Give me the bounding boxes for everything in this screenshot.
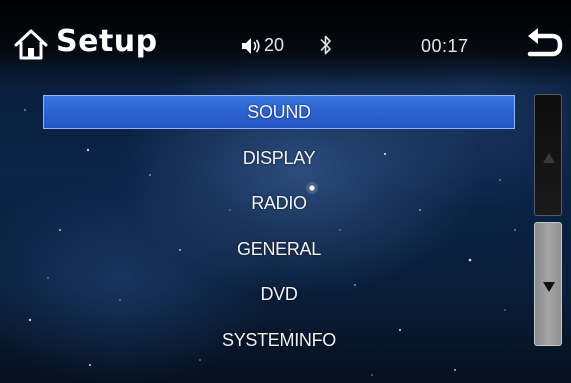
back-arrow-icon bbox=[528, 28, 538, 44]
bluetooth-icon bbox=[320, 35, 331, 55]
menu-item-label: DISPLAY bbox=[242, 147, 316, 168]
menu-item-display[interactable]: DISPLAY bbox=[43, 141, 515, 175]
menu-item-systeminfo[interactable]: SYSTEMINFO bbox=[43, 323, 515, 357]
setup-screen: Setup 20 00:17 SOUND DISPLAY RADIO GENER… bbox=[0, 0, 571, 383]
triangle-down-icon bbox=[543, 282, 555, 292]
scroll-up-button[interactable] bbox=[534, 94, 562, 216]
menu-item-label: SYSTEMINFO bbox=[221, 329, 336, 350]
triangle-up-icon bbox=[543, 153, 555, 163]
page-title: Setup bbox=[56, 24, 158, 59]
menu-item-radio[interactable]: RADIO bbox=[43, 186, 515, 220]
menu-item-label: DVD bbox=[260, 284, 298, 304]
menu-item-label: GENERAL bbox=[237, 238, 321, 259]
volume-level: 20 bbox=[264, 35, 285, 55]
menu-item-dvd[interactable]: DVD bbox=[43, 277, 515, 311]
menu-item-sound[interactable]: SOUND bbox=[43, 95, 515, 129]
clock: 00:17 bbox=[421, 36, 469, 56]
setup-menu: SOUND DISPLAY RADIO GENERAL DVD SYSTEMIN… bbox=[43, 95, 515, 368]
home-icon[interactable] bbox=[13, 28, 49, 60]
scroll-down-button[interactable] bbox=[534, 222, 562, 346]
menu-item-label: RADIO bbox=[251, 193, 307, 213]
menu-item-label: SOUND bbox=[247, 102, 311, 122]
back-button[interactable] bbox=[522, 24, 564, 64]
speaker-icon bbox=[242, 38, 260, 54]
status-header: Setup 20 00:17 bbox=[0, 0, 571, 86]
menu-item-general[interactable]: GENERAL bbox=[43, 232, 515, 266]
